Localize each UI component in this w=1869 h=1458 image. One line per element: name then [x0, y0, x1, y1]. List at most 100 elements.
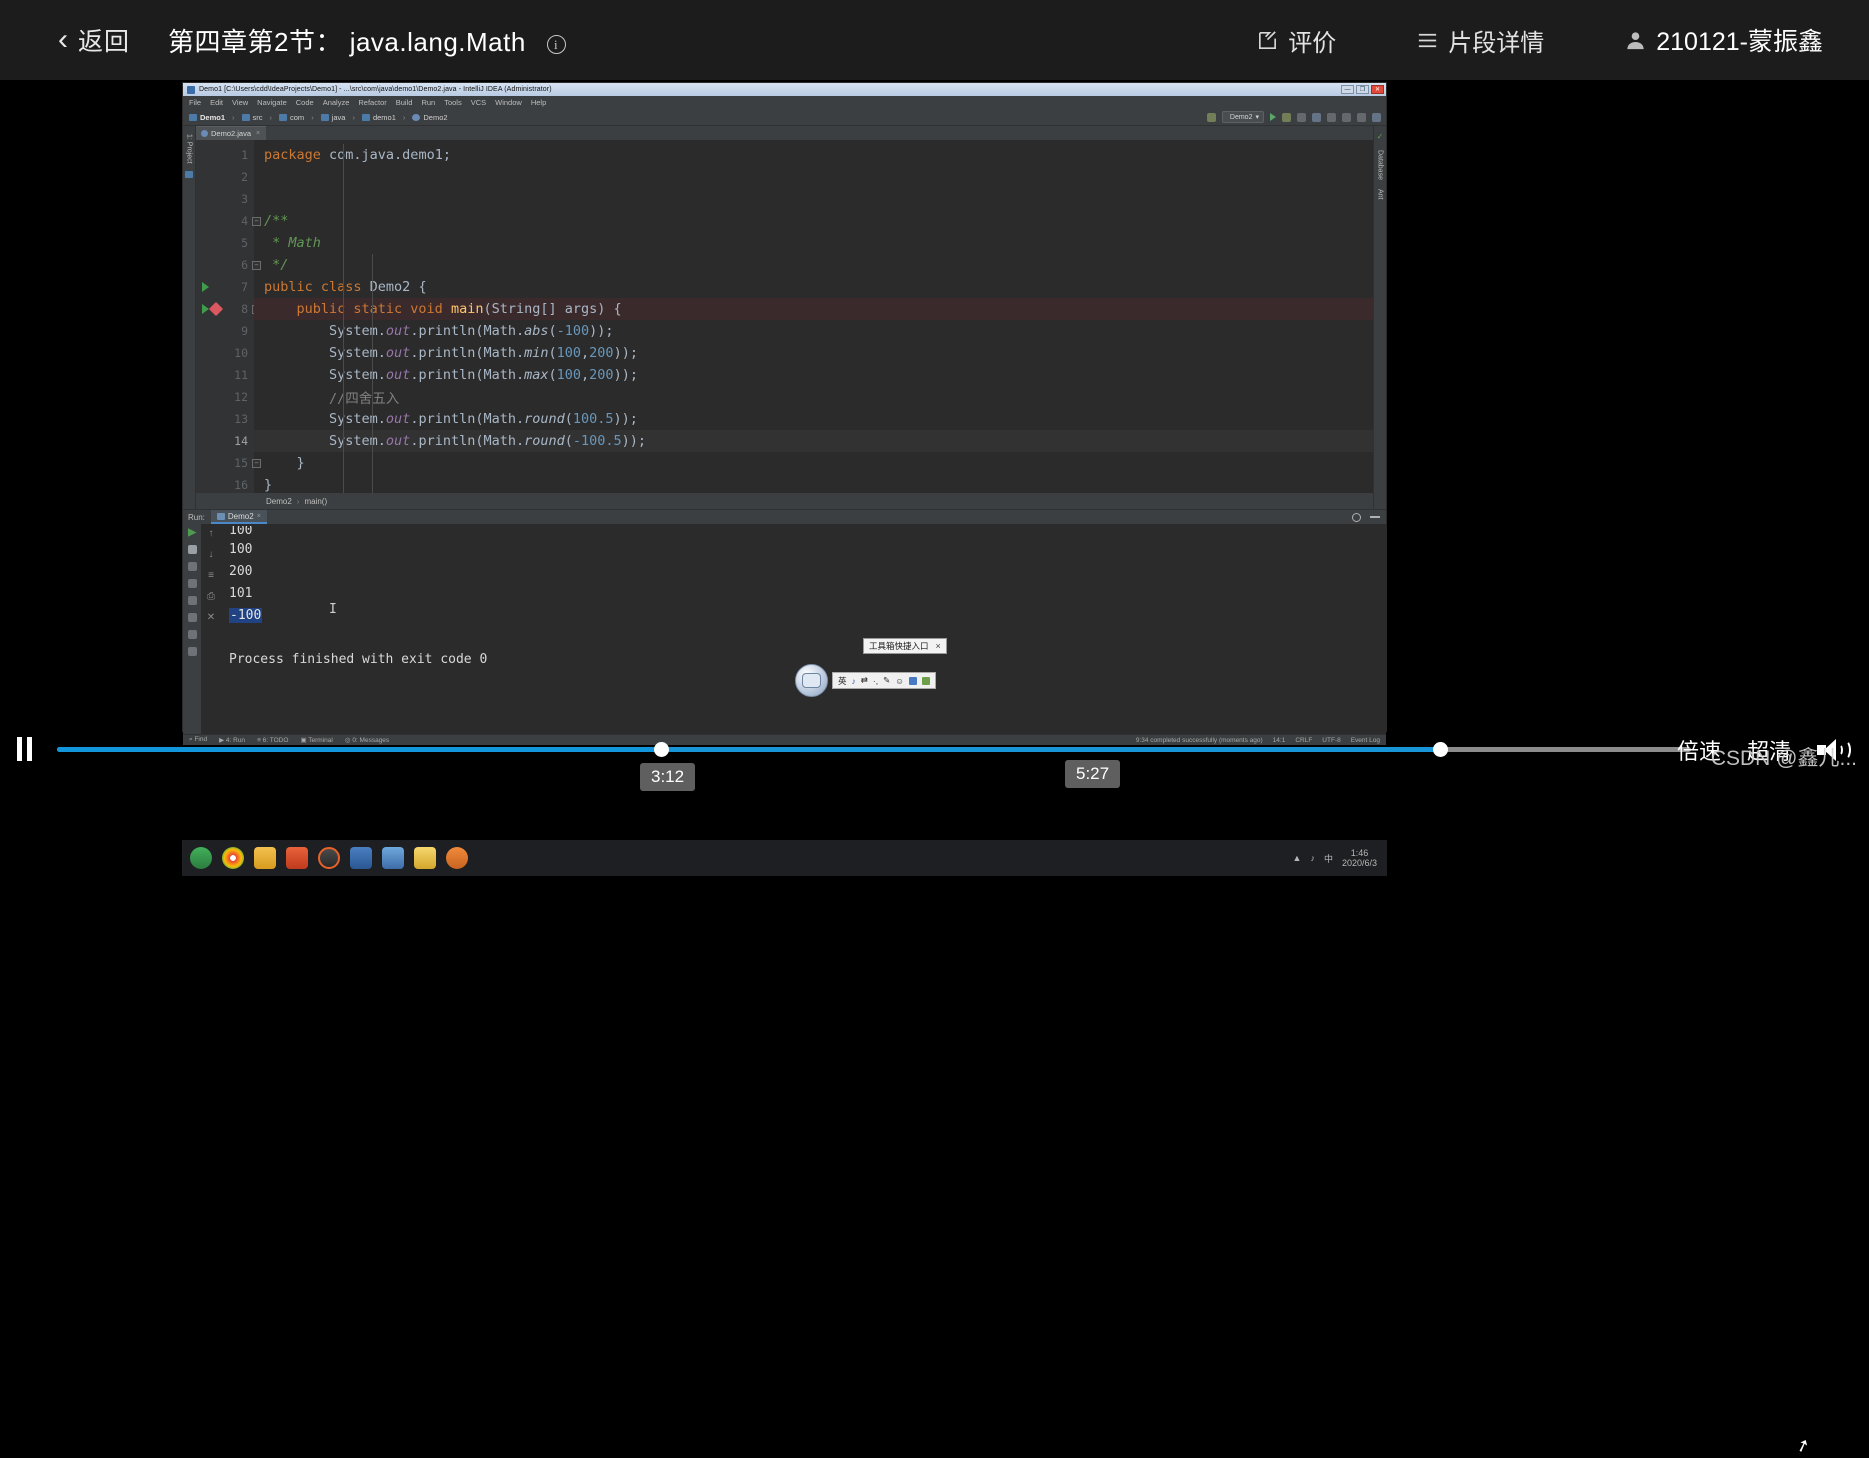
console-area[interactable]: ↑ ↓ ≡ ⎙ ✕ 100 100 200 101 -100 Process f…	[183, 524, 1386, 734]
progress-bar[interactable]	[57, 742, 1691, 757]
evaluate-button[interactable]: 评价	[1256, 23, 1336, 58]
minimize-icon[interactable]	[1370, 516, 1380, 518]
editor-tab-demo2[interactable]: Demo2.java ×	[196, 126, 267, 140]
app-icon-intellij[interactable]	[286, 847, 308, 869]
settings-icon[interactable]	[187, 613, 197, 622]
ime-punctuation-icon[interactable]: ·,	[873, 676, 878, 686]
stop-icon[interactable]	[187, 545, 197, 554]
menu-refactor[interactable]: Refactor	[358, 98, 386, 107]
menu-file[interactable]: File	[189, 98, 201, 107]
clear-icon[interactable]: ✕	[207, 612, 215, 623]
tray-input-icon[interactable]: 中	[1324, 852, 1333, 865]
ime-music-icon[interactable]: ♪	[852, 676, 856, 686]
layout-icon[interactable]	[187, 579, 197, 588]
trash-icon[interactable]	[187, 630, 197, 639]
run-tab-demo2[interactable]: Demo2 ×	[210, 510, 267, 524]
ime-keyboard-icon[interactable]	[908, 676, 917, 685]
taskbar-clock[interactable]: 1:46 2020/6/3	[1342, 848, 1377, 869]
ant-tool-label[interactable]: Ant	[1377, 189, 1384, 200]
ime-emoji-icon[interactable]: ☺	[895, 676, 904, 686]
back-button[interactable]: ‹ 返回	[58, 22, 130, 58]
app-icon-chrome[interactable]	[222, 847, 244, 869]
run-icon[interactable]	[1270, 113, 1276, 121]
floating-toolbox[interactable]: 工具箱快捷入口 × 英 ♪ ⇄ ·, ✎ ☺	[795, 638, 947, 697]
app-icon-folder[interactable]	[414, 847, 436, 869]
code-content[interactable]: package com.java.demo1; /** * Math */ pu…	[254, 140, 1373, 493]
breadcrumb-method[interactable]: main()	[304, 497, 327, 506]
app-icon-editor[interactable]	[350, 847, 372, 869]
breadcrumb-com[interactable]: com	[279, 113, 304, 122]
menu-analyze[interactable]: Analyze	[323, 98, 350, 107]
search-everywhere-icon[interactable]	[1372, 112, 1381, 122]
breadcrumb-java[interactable]: java	[320, 113, 345, 122]
inspection-ok-icon: ✓	[1376, 132, 1384, 141]
run-configuration-selector[interactable]: Demo2 ▾	[1221, 111, 1264, 123]
menu-run[interactable]: Run	[421, 98, 435, 107]
close-icon[interactable]: ×	[256, 130, 260, 137]
gutter-number: 4	[241, 214, 248, 228]
breadcrumb-src[interactable]: src	[241, 113, 263, 122]
close-button[interactable]: ✕	[1371, 85, 1384, 94]
user-menu[interactable]: 210121-蒙振鑫	[1624, 22, 1823, 58]
ime-toolbox-icon[interactable]	[921, 676, 930, 685]
settings-icon[interactable]	[1357, 112, 1366, 122]
pause-button[interactable]	[17, 737, 32, 761]
ime-switch-icon[interactable]: ⇄	[861, 675, 868, 686]
menu-window[interactable]: Window	[495, 98, 522, 107]
search-icon[interactable]	[1312, 112, 1321, 122]
hammer-build-icon[interactable]	[1206, 112, 1216, 122]
menu-tools[interactable]: Tools	[444, 98, 462, 107]
app-icon-browser[interactable]	[190, 847, 212, 869]
progress-handle[interactable]	[654, 742, 669, 757]
ime-pen-icon[interactable]: ✎	[883, 675, 890, 686]
favorites-icon[interactable]	[187, 647, 197, 656]
structure-icon[interactable]	[187, 596, 197, 605]
code-editor[interactable]: 1 2 3 − 4 5 − 6 7 8 9 10 11 12 13 14 − 1…	[196, 140, 1373, 493]
app-icon-media[interactable]	[446, 847, 468, 869]
close-icon[interactable]: ×	[257, 513, 261, 520]
coverage-icon[interactable]	[1297, 112, 1306, 122]
run-gutter-marker[interactable]	[202, 282, 209, 292]
breadcrumb-sep: ›	[402, 112, 406, 122]
close-icon[interactable]: ×	[936, 641, 941, 651]
breadcrumb-demo1[interactable]: Demo1	[189, 113, 225, 122]
project-tool-window-label[interactable]: 1: Project	[186, 134, 193, 164]
app-icon-firefox[interactable]	[318, 847, 340, 869]
scroll-down-icon[interactable]: ↓	[209, 549, 214, 560]
line-number-gutter[interactable]: 1 2 3 − 4 5 − 6 7 8 9 10 11 12 13 14 − 1…	[196, 140, 261, 493]
info-icon[interactable]: i	[546, 35, 566, 54]
app-icon-explorer[interactable]	[254, 847, 276, 869]
menu-navigate[interactable]: Navigate	[257, 98, 287, 107]
database-tool-label[interactable]: Database	[1377, 150, 1384, 180]
pin-icon[interactable]	[187, 562, 197, 571]
ime-lang-icon[interactable]: 英	[838, 675, 847, 687]
stop-icon[interactable]	[1327, 112, 1336, 122]
minimize-button[interactable]: —	[1341, 85, 1354, 94]
console-output[interactable]: 100 100 200 101 -100 Process finished wi…	[221, 524, 1386, 734]
menu-build[interactable]: Build	[396, 98, 413, 107]
maximize-button[interactable]: ❐	[1356, 85, 1369, 94]
layout-icon[interactable]	[1342, 112, 1351, 122]
debug-icon[interactable]	[1282, 112, 1291, 122]
menu-code[interactable]: Code	[296, 98, 314, 107]
progress-handle-secondary[interactable]	[1433, 742, 1448, 757]
print-icon[interactable]: ⎙	[207, 591, 215, 602]
breadcrumb-class[interactable]: Demo2	[266, 497, 292, 506]
scroll-up-icon[interactable]: ↑	[209, 528, 214, 539]
menu-vcs[interactable]: VCS	[471, 98, 486, 107]
structure-icon[interactable]	[185, 170, 193, 178]
app-icon-ide[interactable]	[382, 847, 404, 869]
tray-network-icon[interactable]: ▲	[1293, 853, 1302, 863]
breadcrumb-demo2[interactable]: Demo2	[412, 113, 448, 122]
breadcrumb-demo1-pkg[interactable]: demo1	[361, 113, 396, 122]
run-breakpoint-marker[interactable]	[202, 301, 224, 317]
menu-edit[interactable]: Edit	[210, 98, 223, 107]
menu-view[interactable]: View	[232, 98, 248, 107]
fragment-detail-button[interactable]: 片段详情	[1416, 23, 1544, 58]
menu-help[interactable]: Help	[531, 98, 546, 107]
gear-icon[interactable]	[1352, 512, 1361, 522]
soft-wrap-icon[interactable]: ≡	[208, 570, 214, 581]
ime-ball-icon[interactable]	[795, 664, 828, 697]
rerun-icon[interactable]	[187, 528, 197, 537]
tray-volume-icon[interactable]: ♪	[1310, 853, 1315, 863]
